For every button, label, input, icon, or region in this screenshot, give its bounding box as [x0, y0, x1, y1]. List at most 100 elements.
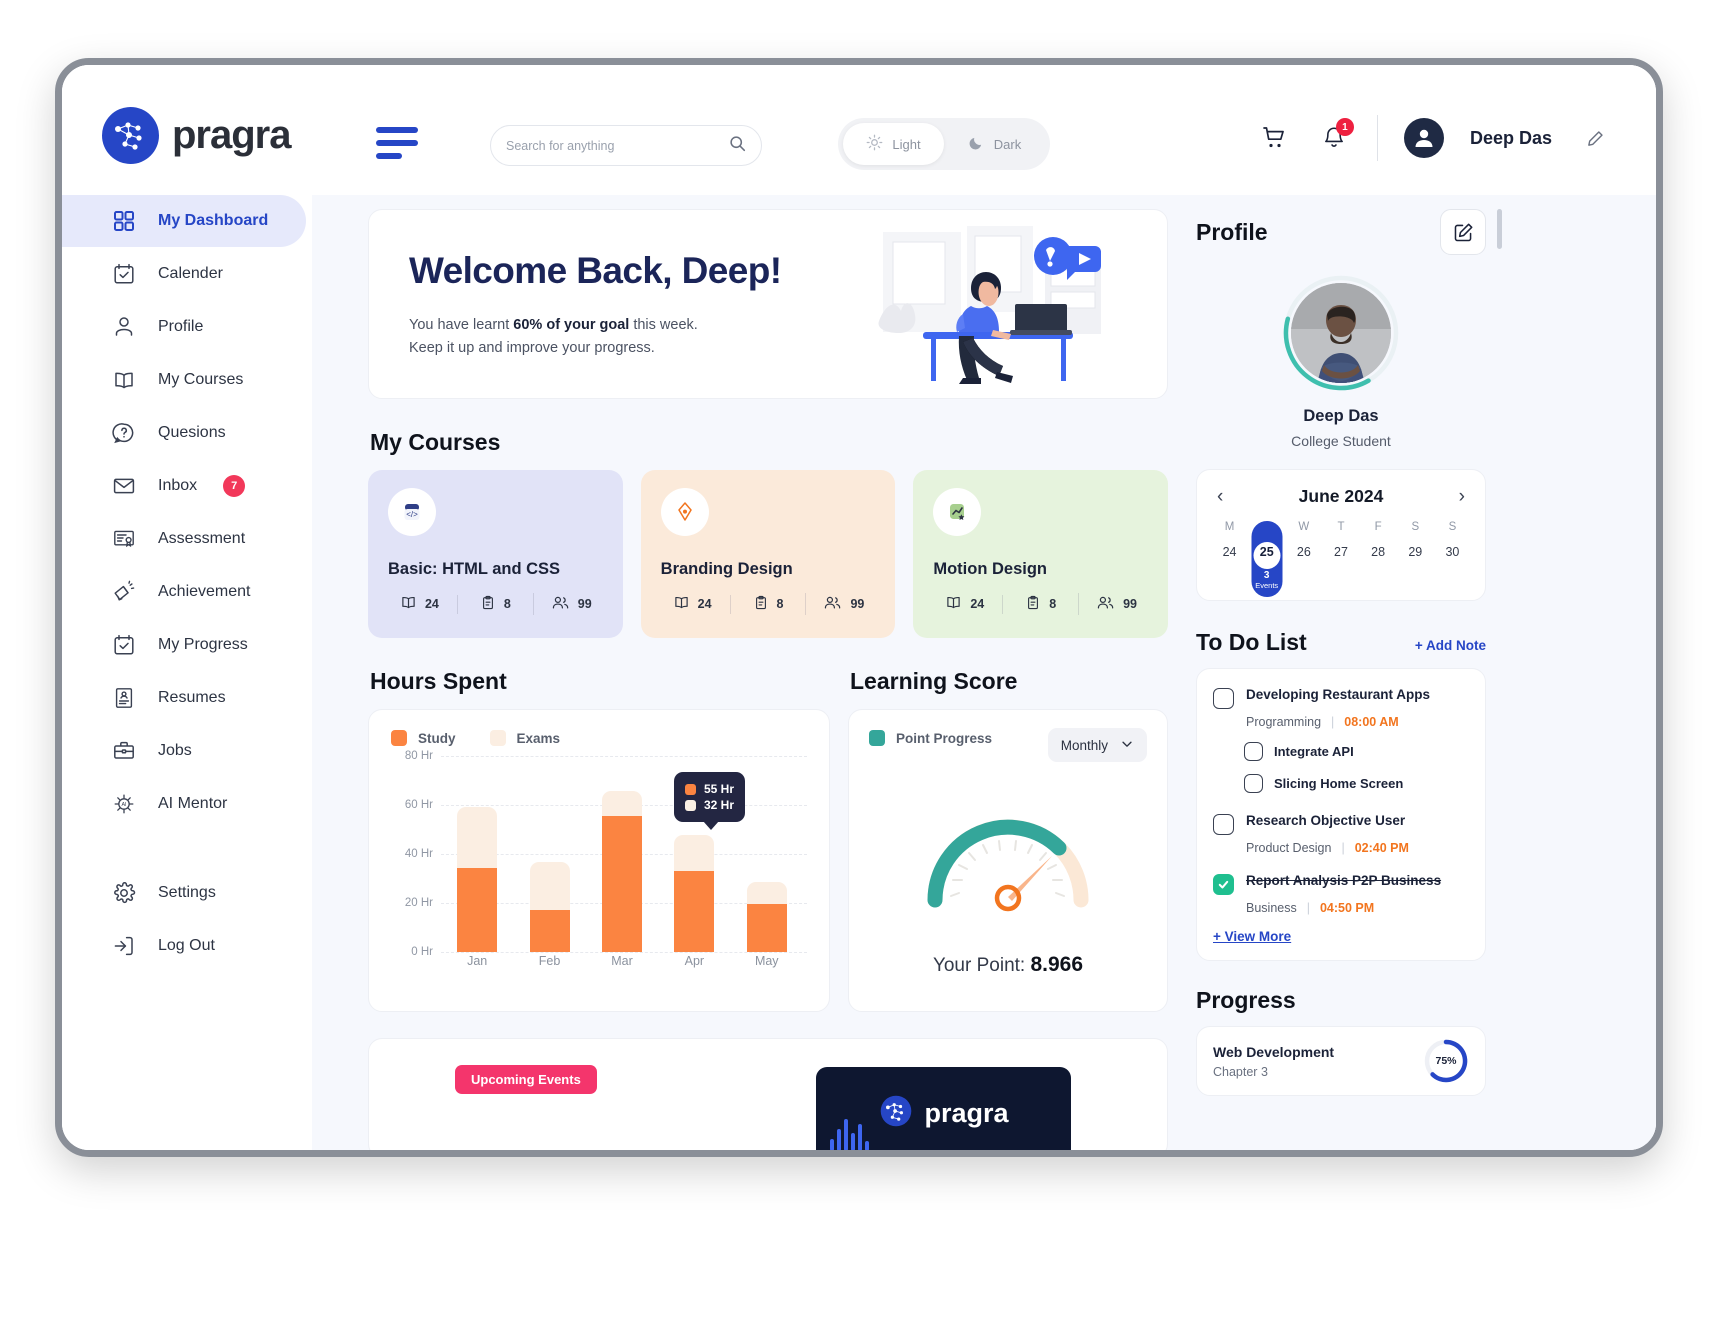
legend-label: Study [418, 730, 456, 746]
calendar-day[interactable]: 30 [1434, 545, 1471, 567]
subtask-checkbox[interactable] [1244, 774, 1263, 793]
sidebar-label: Quesions [158, 424, 226, 441]
bar-may[interactable] [746, 881, 787, 952]
sidebar-item-my-courses[interactable]: My Courses [62, 354, 312, 406]
sidebar-item-resumes[interactable]: Resumes [62, 672, 312, 724]
sidebar-item-ai-mentor[interactable]: AI AI Mentor [62, 778, 312, 830]
sidebar-item-profile[interactable]: Profile [62, 301, 312, 353]
day-number: 27 [1334, 545, 1348, 559]
scrollbar-thumb[interactable] [1497, 209, 1502, 249]
period-select[interactable]: Monthly [1047, 728, 1147, 762]
main-content: Welcome Back, Deep! You have learnt 60% … [312, 195, 1656, 1150]
calendar-month: June 2024 [1298, 486, 1384, 506]
inbox-badge: 7 [223, 475, 246, 497]
theme-option-dark[interactable]: Dark [944, 123, 1045, 165]
theme-toggle[interactable]: Light Dark [838, 118, 1050, 170]
todo-checkbox[interactable] [1213, 688, 1234, 709]
course-lessons-count: 24 [970, 597, 985, 611]
course-students-stat: 99 [805, 593, 881, 615]
open-book-icon [110, 366, 138, 394]
calendar-day[interactable]: 24 [1211, 545, 1248, 567]
learning-score-gauge [849, 780, 1167, 920]
header-user-name[interactable]: Deep Das [1470, 128, 1552, 149]
course-assignments-stat: 8 [729, 594, 806, 614]
y-tick: 60 Hr [404, 799, 433, 811]
calendar-day[interactable]: 29 [1397, 545, 1434, 567]
sidebar-item-my-dashboard[interactable]: My Dashboard [62, 195, 306, 247]
sidebar-item-assessment[interactable]: Assessment [62, 513, 312, 565]
course-lessons-count: 24 [424, 597, 439, 611]
sidebar-item-jobs[interactable]: Jobs [62, 725, 312, 777]
x-tick: Feb [538, 954, 561, 968]
course-stats: 24 8 99 [382, 593, 609, 615]
svg-text:</>: </> [406, 510, 418, 519]
search-bar[interactable] [490, 125, 762, 166]
search-input[interactable] [506, 138, 729, 153]
theme-option-light[interactable]: Light [843, 123, 944, 165]
sidebar-navigation: My Dashboard Calender Profile My Courses… [62, 195, 312, 1150]
welcome-line1-post: this week. [629, 317, 698, 333]
view-more-button[interactable]: + View More [1213, 929, 1469, 944]
welcome-line1-pre: You have learnt [409, 317, 514, 333]
bell-icon[interactable]: 1 [1317, 118, 1354, 155]
course-card[interactable]: Branding Design 24 8 99 [640, 470, 896, 638]
sidebar-item-achievement[interactable]: Achievement [62, 566, 312, 618]
hamburger-icon[interactable] [376, 127, 418, 166]
y-axis-labels: 80 Hr 60 Hr 40 Hr 20 Hr 0 Hr [391, 750, 439, 958]
bar-mar[interactable] [601, 791, 642, 952]
chevron-down-icon[interactable] [1120, 737, 1134, 754]
book-icon [945, 594, 962, 614]
sidebar-label: My Progress [158, 636, 248, 653]
todo-main-row[interactable]: Developing Restaurant Apps [1213, 687, 1469, 709]
learning-score-section: Learning Score Point Progress Monthly Yo… [848, 668, 1168, 1012]
gear-icon [110, 879, 138, 907]
resume-document-icon [110, 684, 138, 712]
todo-main-row[interactable]: Research Objective User [1213, 813, 1469, 835]
pencil-icon[interactable] [1578, 121, 1612, 155]
edit-square-icon[interactable] [1440, 209, 1486, 255]
course-card[interactable]: </> Basic: HTML and CSS 24 8 99 [368, 470, 623, 638]
chart-tooltip: 55 Hr 32 Hr [674, 772, 746, 830]
welcome-banner: Welcome Back, Deep! You have learnt 60% … [368, 209, 1168, 399]
subtask-checkbox[interactable] [1244, 742, 1263, 761]
x-tick: Mar [611, 954, 633, 968]
sidebar-item-my-progress[interactable]: My Progress [62, 619, 312, 671]
chevron-right-icon[interactable]: › [1459, 487, 1465, 506]
todo-subtask[interactable]: Slicing Home Screen [1244, 773, 1469, 793]
brand-logo[interactable]: pragra [102, 107, 291, 164]
profile-role: College Student [1291, 433, 1391, 449]
chevron-left-icon[interactable]: ‹ [1217, 487, 1223, 506]
shopping-cart-icon[interactable] [1257, 121, 1291, 155]
sidebar-item-calender[interactable]: Calender [62, 248, 312, 300]
calendar-check-icon [110, 631, 138, 659]
calendar-day[interactable]: 28 [1360, 545, 1397, 567]
todo-item: Research Objective User Product Design |… [1213, 813, 1469, 855]
bar-jan[interactable] [457, 806, 498, 952]
bar-feb[interactable] [529, 861, 570, 952]
sidebar-item-quesions[interactable]: Quesions [62, 407, 312, 459]
bar-apr[interactable] [674, 835, 715, 952]
sidebar-item-inbox[interactable]: Inbox 7 [62, 460, 312, 512]
calendar-day[interactable]: 27 [1322, 545, 1359, 567]
todo-time: 08:00 AM [1344, 715, 1399, 729]
add-note-button[interactable]: + Add Note [1415, 638, 1486, 653]
sidebar-item-settings[interactable]: Settings [62, 867, 312, 919]
todo-main-row[interactable]: Report Analysis P2P Business [1213, 873, 1469, 895]
todo-checkbox[interactable] [1213, 814, 1234, 835]
sidebar-item-log-out[interactable]: Log Out [62, 920, 312, 972]
course-card[interactable]: Motion Design 24 8 99 [913, 470, 1169, 638]
todo-subtask[interactable]: Integrate API [1244, 741, 1469, 761]
legend-label: Point Progress [896, 730, 993, 746]
upcoming-events-tag: Upcoming Events [455, 1065, 597, 1094]
calendar-day[interactable]: 26 [1285, 545, 1322, 567]
search-icon[interactable] [729, 135, 746, 157]
calendar-widget: ‹ June 2024 › M T W T F S S 24 25 [1196, 469, 1486, 601]
person-icon [110, 313, 138, 341]
todo-time: 02:40 PM [1354, 841, 1409, 855]
right-column: Profile Deep Das College Student ‹ June … [1196, 209, 1502, 1096]
hours-spent-section: Hours Spent Study Exams 80 Hr 60 Hr 40 H… [368, 668, 830, 1012]
calendar-day-selected[interactable]: 25 3 Events [1248, 521, 1285, 597]
profile-title: Profile [1196, 218, 1268, 245]
user-avatar-icon[interactable] [1403, 118, 1444, 158]
todo-checkbox[interactable] [1213, 874, 1234, 895]
